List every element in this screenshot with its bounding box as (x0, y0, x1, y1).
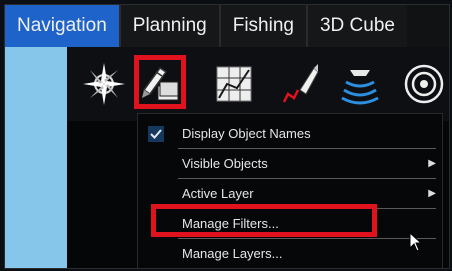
menu-separator (178, 148, 436, 149)
context-menu: Display Object Names Visible Objects ▶ A… (137, 113, 443, 268)
compass-rose-icon (83, 63, 125, 105)
app-window: Navigation Planning Fishing 3D Cube Disp… (4, 4, 450, 269)
target-icon (404, 64, 444, 104)
menu-item-label: Display Object Names (182, 126, 311, 141)
tab-navigation[interactable]: Navigation (5, 5, 121, 47)
menu-highlight-box (151, 204, 377, 237)
toolbar-highlight-box (134, 55, 186, 109)
tab-fishing[interactable]: Fishing (220, 5, 308, 47)
tab-planning[interactable]: Planning (120, 5, 221, 47)
checkmark-icon (150, 129, 162, 139)
toolbar (67, 47, 449, 121)
chart-grid-button[interactable] (207, 57, 261, 111)
submenu-arrow-icon: ▶ (428, 188, 436, 199)
target-button[interactable] (397, 57, 449, 111)
menu-separator (178, 238, 436, 239)
sonar-button[interactable] (333, 57, 387, 111)
menu-item-manage-layers[interactable]: Manage Layers... (138, 240, 442, 268)
chart-map-area[interactable] (5, 47, 67, 268)
checkmark-box[interactable] (148, 126, 164, 142)
submenu-arrow-icon: ▶ (428, 158, 436, 169)
track-boat-button[interactable] (273, 57, 327, 111)
track-boat-icon (282, 64, 319, 103)
menu-item-label: Visible Objects (182, 156, 268, 171)
compass-rose-button[interactable] (77, 57, 131, 111)
menu-separator (178, 178, 436, 179)
menu-item-label: Manage Layers... (182, 246, 283, 261)
mouse-pointer-icon (409, 231, 423, 257)
tab-3d-cube[interactable]: 3D Cube (307, 5, 407, 47)
chart-grid-icon (216, 66, 252, 102)
sonar-icon (341, 70, 379, 105)
menu-item-visible-objects[interactable]: Visible Objects ▶ (138, 150, 442, 178)
menu-item-display-object-names[interactable]: Display Object Names (138, 120, 442, 148)
top-tab-bar: Navigation Planning Fishing 3D Cube (5, 5, 449, 47)
